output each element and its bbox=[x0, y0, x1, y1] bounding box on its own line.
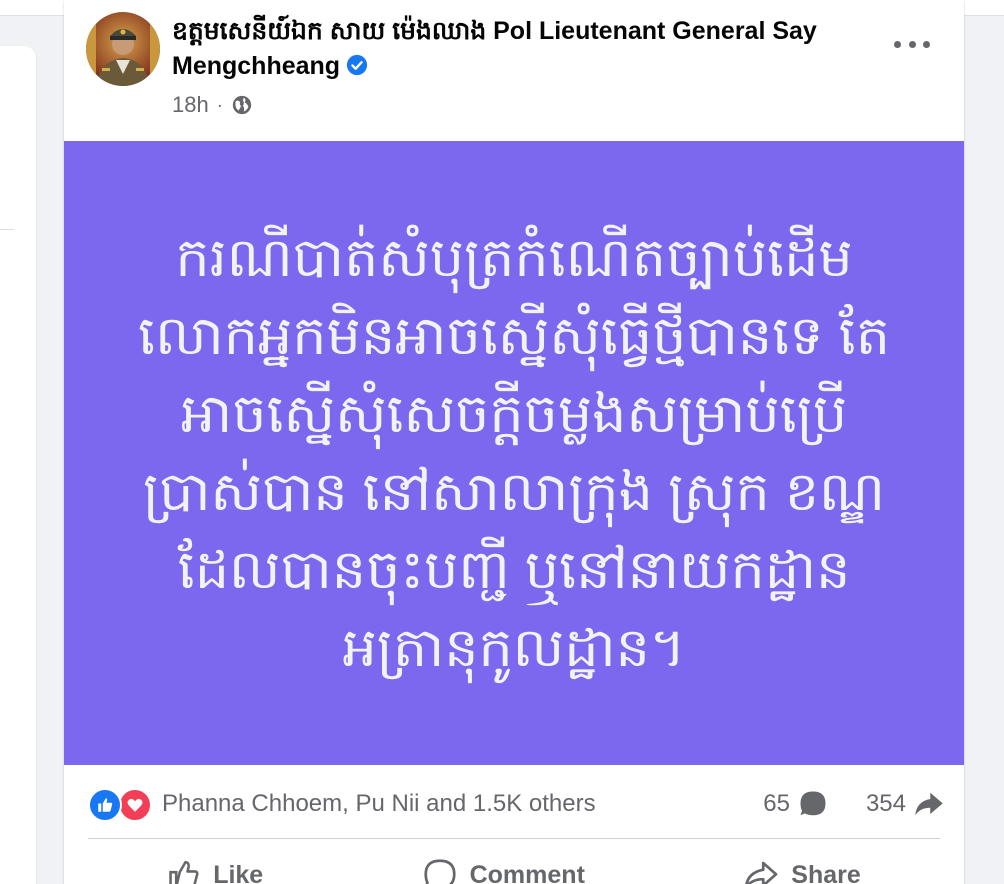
reaction-summary[interactable]: Phanna Chhoem, Pu Nii and 1.5K others bbox=[162, 788, 596, 820]
comment-count[interactable]: 65 bbox=[763, 790, 790, 818]
post-body-line: អត្រានុកូលដ្ឋាន។ bbox=[342, 618, 686, 678]
post-card: ឧត្តមសេនីយ៍ឯក សាយ ម៉េងឈាង Pol Lieutenant… bbox=[64, 0, 964, 884]
comment-bubble-icon[interactable] bbox=[798, 789, 828, 819]
post-timestamp[interactable]: 18h bbox=[172, 92, 209, 118]
share-arrow-icon[interactable] bbox=[914, 789, 944, 819]
share-label[interactable]: Share bbox=[791, 861, 860, 884]
author-avatar[interactable] bbox=[86, 12, 160, 86]
post-meta: 18h · bbox=[172, 90, 253, 120]
post-body-line: លោកអ្នកមិនអាចស្នើសុំធ្វើថ្មីបានទេ តែ bbox=[138, 306, 890, 366]
post-body-line: ករណីបាត់សំបុត្រកំណើតច្បាប់ដើម bbox=[175, 228, 853, 288]
actions-divider bbox=[88, 838, 940, 839]
post-actions: Like Comment Share bbox=[88, 850, 940, 884]
meta-separator: · bbox=[216, 94, 223, 115]
author-name-text[interactable]: ឧត្តមសេនីយ៍ឯក សាយ ម៉េងឈាង Pol Lieutenant… bbox=[172, 17, 817, 80]
engagement-counts: 65 354 bbox=[763, 786, 944, 822]
post-body-line: អាចស្នើសុំសេចក្តីចម្លងសម្រាប់ប្រើ bbox=[180, 384, 848, 444]
comment-button[interactable]: Comment bbox=[422, 857, 585, 884]
like-button[interactable]: Like bbox=[167, 858, 263, 884]
avatar-portrait-icon bbox=[86, 12, 160, 86]
share-icon bbox=[745, 861, 778, 884]
more-dot bbox=[908, 40, 916, 48]
post-body-line: ដែលបានចុះបញ្ជី ឬនៅនាយកដ្ឋាន bbox=[177, 540, 851, 600]
like-icon bbox=[169, 860, 199, 884]
share-button[interactable]: Share bbox=[743, 857, 861, 884]
reactions-row: Phanna Chhoem, Pu Nii and 1.5K others 65… bbox=[64, 782, 964, 826]
left-side-panel bbox=[0, 46, 36, 884]
like-label[interactable]: Like bbox=[213, 861, 263, 884]
reaction-icons[interactable] bbox=[88, 788, 156, 822]
panel-divider bbox=[0, 229, 14, 230]
more-dot bbox=[894, 40, 901, 48]
like-reaction-icon[interactable] bbox=[88, 788, 122, 822]
share-count[interactable]: 354 bbox=[866, 790, 906, 818]
comment-label[interactable]: Comment bbox=[470, 861, 585, 884]
comment-icon bbox=[424, 859, 456, 884]
author-name[interactable]: ឧត្តមសេនីយ៍ឯក សាយ ម៉េងឈាង Pol Lieutenant… bbox=[172, 14, 872, 84]
more-options-button[interactable] bbox=[894, 30, 930, 58]
globe-icon[interactable] bbox=[231, 94, 253, 116]
more-dot bbox=[923, 40, 930, 48]
love-reaction-icon[interactable] bbox=[118, 788, 152, 822]
post-background[interactable]: ករណីបាត់សំបុត្រកំណើតច្បាប់ដើម លោកអ្នកមិន… bbox=[64, 141, 964, 765]
post-body: ករណីបាត់សំបុត្រកំណើតច្បាប់ដើម លោកអ្នកមិន… bbox=[134, 219, 894, 687]
verified-badge-icon bbox=[346, 55, 368, 76]
post-body-line: ប្រាស់បាន នៅសាលាក្រុង ស្រុក ខណ្ឌ bbox=[143, 462, 885, 522]
